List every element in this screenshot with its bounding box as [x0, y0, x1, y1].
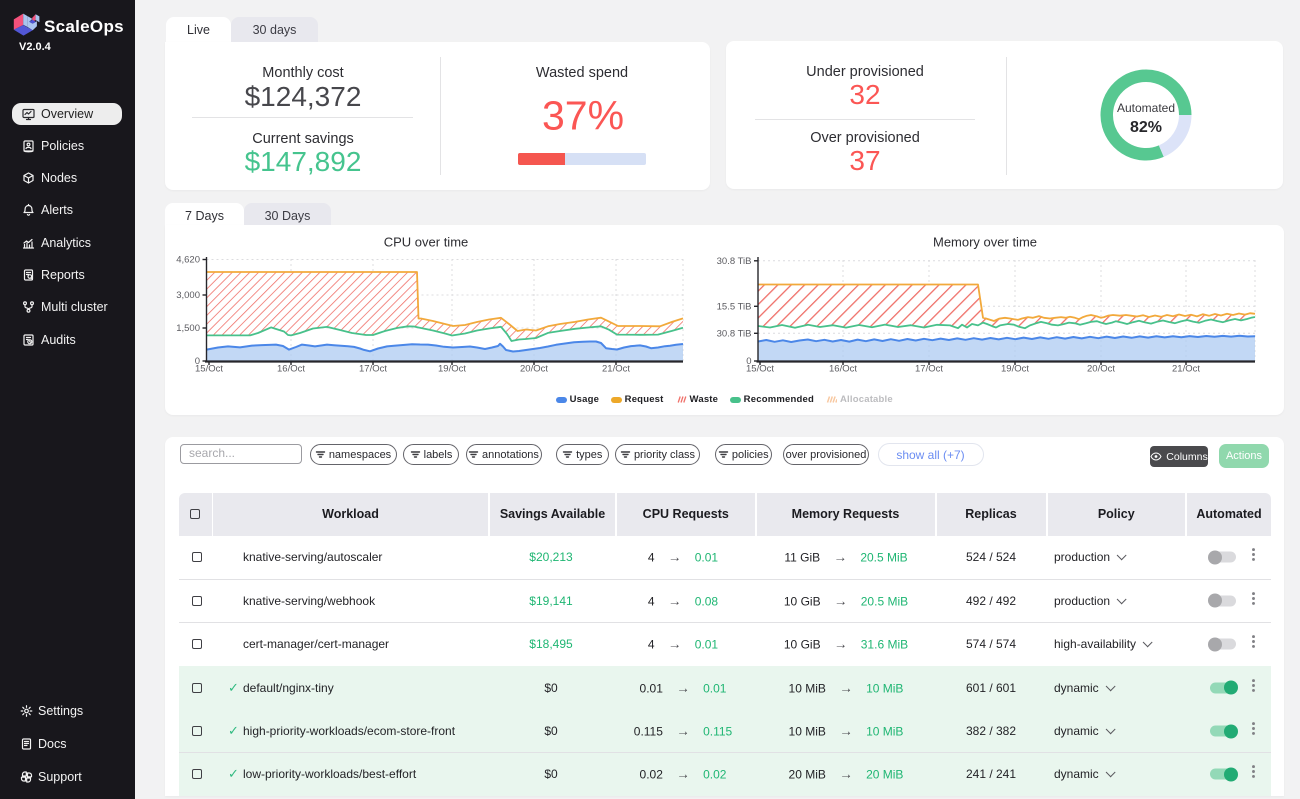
svg-text:21/Oct: 21/Oct: [602, 364, 630, 375]
svg-text:21/Oct: 21/Oct: [1172, 364, 1200, 375]
svg-text:17/Oct: 17/Oct: [359, 364, 387, 375]
svg-text:15/Oct: 15/Oct: [746, 364, 774, 375]
svg-text:4,620: 4,620: [176, 255, 200, 266]
svg-text:15/Oct: 15/Oct: [195, 364, 223, 375]
svg-text:17/Oct: 17/Oct: [915, 364, 943, 375]
svg-text:15.5 TiB: 15.5 TiB: [717, 301, 752, 312]
svg-text:19/Oct: 19/Oct: [1001, 364, 1029, 375]
svg-text:19/Oct: 19/Oct: [438, 364, 466, 375]
svg-text:1,500: 1,500: [176, 323, 200, 334]
svg-text:20/Oct: 20/Oct: [1087, 364, 1115, 375]
svg-text:30.8 TiB: 30.8 TiB: [717, 328, 752, 339]
svg-text:20/Oct: 20/Oct: [520, 364, 548, 375]
svg-text:3,000: 3,000: [176, 290, 200, 301]
svg-text:30.8 TiB: 30.8 TiB: [717, 256, 752, 267]
svg-text:16/Oct: 16/Oct: [277, 364, 305, 375]
svg-text:16/Oct: 16/Oct: [829, 364, 857, 375]
